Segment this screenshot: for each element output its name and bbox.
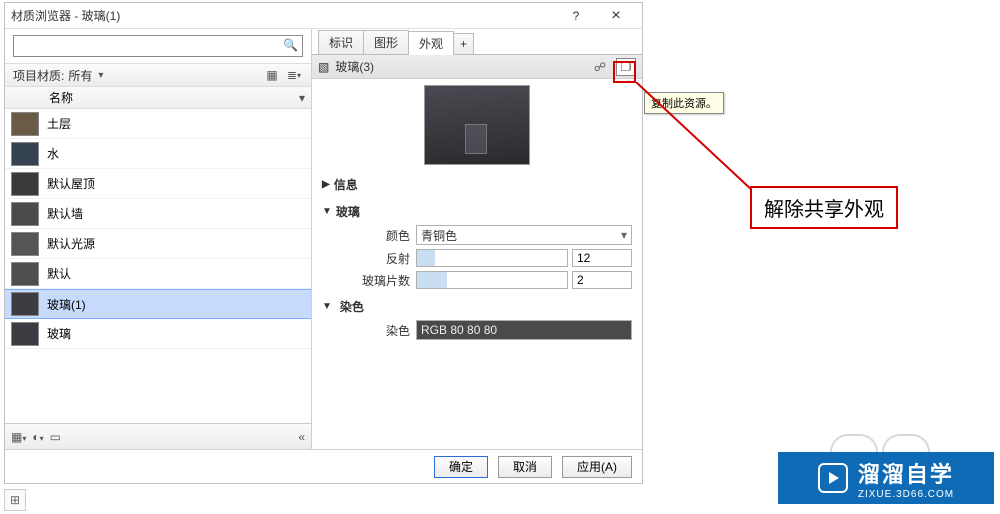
- material-list[interactable]: 土层水默认屋顶默认墙默认光源默认玻璃(1) 玻璃: [5, 109, 311, 423]
- material-swatch: [11, 112, 39, 136]
- section-info[interactable]: ▶信息: [322, 173, 632, 196]
- color-label: 颜色: [350, 227, 410, 244]
- material-item[interactable]: 默认: [5, 259, 311, 289]
- dropdown-icon[interactable]: ▾: [98, 70, 103, 81]
- sheets-value[interactable]: 2: [572, 271, 632, 289]
- annotation-callout: 解除共享外观: [750, 186, 898, 229]
- material-name: 玻璃(1): [47, 296, 86, 313]
- tab-appearance[interactable]: 外观: [408, 31, 454, 55]
- left-panel: 🔍 项目材质: 所有 ▾ ▦ ≣▾ 名称 ▾ 土层水默认屋顶默认墙默认光源默认玻…: [5, 29, 312, 449]
- library-icon[interactable]: ▦▾: [11, 430, 26, 444]
- material-name: 玻璃: [47, 325, 71, 342]
- sheets-slider[interactable]: [416, 271, 568, 289]
- open-editor-icon[interactable]: ▭: [50, 430, 61, 444]
- asset-bar: ▧ 玻璃(3) ☍ ❐: [312, 55, 642, 79]
- tab-add[interactable]: +: [453, 33, 474, 54]
- reflect-slider[interactable]: [416, 249, 568, 267]
- watermark: 溜溜自学 ZIXUE.3D66.COM: [778, 452, 994, 504]
- right-panel: 标识 图形 外观 + ▧ 玻璃(3) ☍ ❐ ▶信息 ▼玻璃 颜色: [312, 29, 642, 449]
- tabs: 标识 图形 外观 +: [312, 29, 642, 55]
- column-name[interactable]: 名称: [49, 89, 73, 106]
- material-item[interactable]: 土层: [5, 109, 311, 139]
- material-item[interactable]: 默认光源: [5, 229, 311, 259]
- play-icon: [818, 463, 848, 493]
- new-material-icon[interactable]: ◐▾: [32, 430, 43, 444]
- filter-value[interactable]: 所有: [68, 67, 92, 84]
- material-name: 默认: [47, 265, 71, 282]
- list-header: 名称 ▾: [5, 87, 311, 109]
- filter-label: 项目材质:: [13, 67, 64, 84]
- material-item[interactable]: 默认屋顶: [5, 169, 311, 199]
- left-toolbar: ▦▾ ◐▾ ▭ «: [5, 423, 311, 449]
- material-swatch: [11, 322, 39, 346]
- titlebar: 材质浏览器 - 玻璃(1) ? ×: [5, 3, 642, 29]
- asset-name: 玻璃(3): [335, 58, 374, 75]
- window-title: 材质浏览器 - 玻璃(1): [11, 7, 556, 24]
- material-item[interactable]: 玻璃(1): [5, 289, 311, 319]
- ok-button[interactable]: 确定: [434, 456, 488, 478]
- material-swatch: [11, 262, 39, 286]
- reflect-label: 反射: [350, 250, 410, 267]
- view-grid-icon[interactable]: ▦: [263, 66, 281, 84]
- reflect-value[interactable]: 12: [572, 249, 632, 267]
- material-name: 默认墙: [47, 205, 83, 222]
- preview-thumbnail[interactable]: [424, 85, 530, 165]
- material-browser-dialog: 材质浏览器 - 玻璃(1) ? × 🔍 项目材质: 所有 ▾ ▦ ≣▾ 名称 ▾: [4, 2, 643, 484]
- watermark-brand: 溜溜自学: [858, 462, 954, 487]
- help-button[interactable]: ?: [556, 4, 596, 28]
- tint-label: 染色: [350, 322, 410, 339]
- material-swatch: [11, 202, 39, 226]
- material-swatch: [11, 172, 39, 196]
- section-tint[interactable]: ▼染色: [322, 295, 632, 318]
- collapse-button[interactable]: «: [298, 430, 305, 444]
- material-name: 默认屋顶: [47, 175, 95, 192]
- cancel-button[interactable]: 取消: [498, 456, 552, 478]
- close-button[interactable]: ×: [596, 4, 636, 28]
- material-swatch: [11, 232, 39, 256]
- color-dropdown[interactable]: 青铜色 ▾: [416, 225, 632, 245]
- tab-graphics[interactable]: 图形: [363, 30, 409, 54]
- watermark-url: ZIXUE.3D66.COM: [858, 489, 954, 500]
- tint-color-field[interactable]: RGB 80 80 80: [416, 320, 632, 340]
- dialog-footer: 确定 取消 应用(A): [5, 449, 642, 483]
- tab-identity[interactable]: 标识: [318, 30, 364, 54]
- apply-button[interactable]: 应用(A): [562, 456, 632, 478]
- share-icon[interactable]: ☍: [590, 58, 610, 76]
- material-swatch: [11, 292, 39, 316]
- bottom-left-grid-icon[interactable]: ⊞: [4, 489, 26, 511]
- preview-area: [312, 79, 642, 171]
- material-item[interactable]: 默认墙: [5, 199, 311, 229]
- watermark-decoration: [830, 434, 950, 452]
- section-glass[interactable]: ▼玻璃: [322, 200, 632, 223]
- material-name: 默认光源: [47, 235, 95, 252]
- filter-bar: 项目材质: 所有 ▾ ▦ ≣▾: [5, 63, 311, 87]
- material-item[interactable]: 玻璃: [5, 319, 311, 349]
- sheets-label: 玻璃片数: [350, 272, 410, 289]
- material-name: 水: [47, 145, 59, 162]
- tooltip: 复制此资源。: [644, 92, 724, 114]
- material-item[interactable]: 水: [5, 139, 311, 169]
- duplicate-asset-button[interactable]: ❐: [616, 58, 636, 76]
- search-input[interactable]: 🔍: [13, 35, 303, 57]
- view-list-icon[interactable]: ≣▾: [285, 66, 303, 84]
- asset-thumb-icon: ▧: [318, 60, 329, 74]
- search-icon: 🔍: [283, 38, 298, 52]
- material-swatch: [11, 142, 39, 166]
- header-menu-icon[interactable]: ▾: [299, 91, 305, 105]
- material-name: 土层: [47, 115, 71, 132]
